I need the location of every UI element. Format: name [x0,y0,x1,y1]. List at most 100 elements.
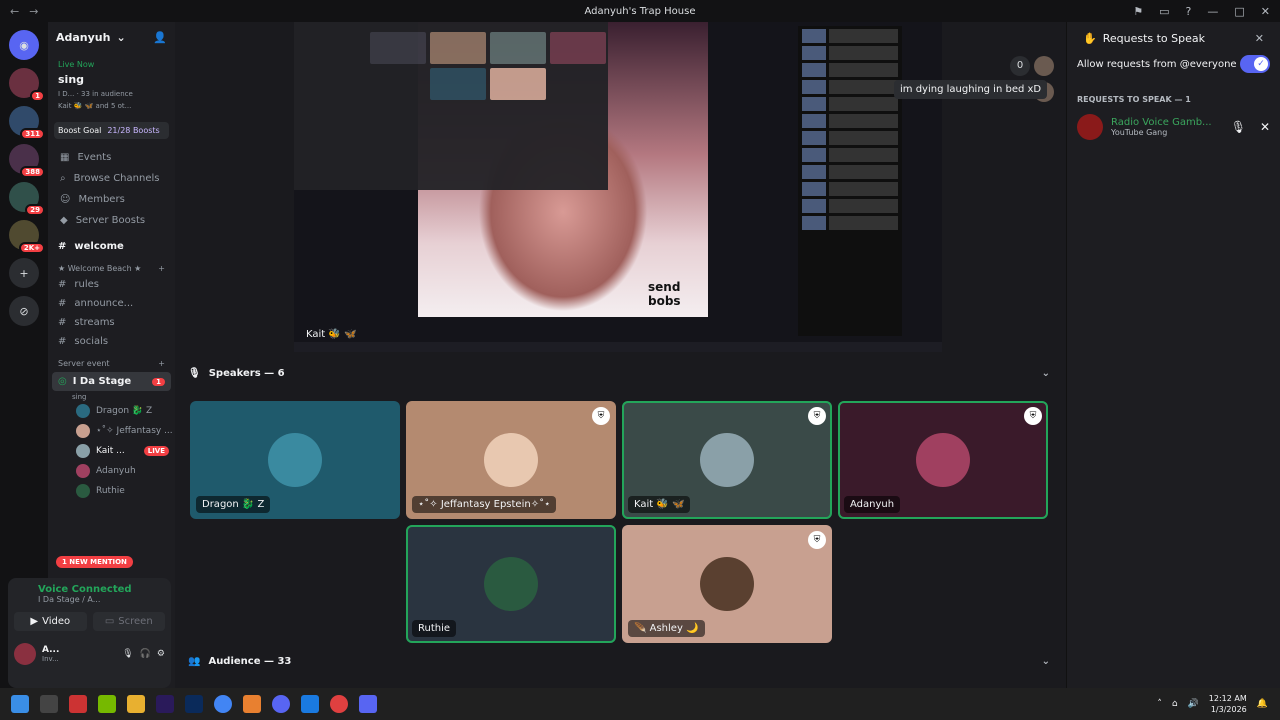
menu-browse-channels[interactable]: ⌕ Browse Channels [48,168,175,189]
add-server-icon[interactable]: + [9,258,39,288]
microphone-icon[interactable]: 🎙 [122,649,133,659]
category-server-event[interactable]: Server event + [48,351,175,370]
request-item[interactable]: Radio Voice Gamb... YouTube Gang 🎙 ✕ [1067,114,1280,140]
stage-icon: ◎ [58,376,67,387]
speakers-header[interactable]: 🎙 Speakers — 6 ⌄ [188,368,1050,379]
voice-user[interactable]: Kait ... LIVE [48,441,175,461]
server-folder-icon[interactable]: 311 [9,106,45,140]
category-welcome[interactable]: ★ Welcome Beach ★ + [48,256,175,275]
close-icon[interactable]: ✕ [1255,32,1264,45]
new-mention-pill[interactable]: 1 NEW MENTION [56,556,133,568]
search-icon: ⌕ [60,173,66,184]
speaker-tile[interactable]: ⛨ Kait 🐝 🦋 [622,401,832,519]
hash-icon: # [58,336,67,347]
add-channel-icon[interactable]: + [158,359,165,368]
speaker-tile[interactable]: ⛨ ⋆˚✧ Jeffantasy Epstein✧˚⋆ [406,401,616,519]
stage-channel-topic: sing [72,393,87,401]
notification-icon[interactable]: 🔔 [1257,699,1268,709]
close-icon[interactable]: ✕ [1261,5,1270,18]
invite-to-speak-icon[interactable]: 🎙 [1231,120,1246,134]
microphone-icon: 🎙 [188,368,201,379]
boost-goal[interactable]: Boost Goal 21/28 Boosts [54,122,169,139]
app-icon[interactable] [69,695,87,713]
server-folder-icon[interactable]: 2K+ [9,220,45,254]
server-folder-icon[interactable]: 29 [9,182,45,216]
chevron-down-icon[interactable]: ⌄ [1042,368,1050,379]
gear-icon[interactable]: ⚙ [157,649,165,659]
app-icon[interactable] [359,695,377,713]
live-now-card[interactable]: Live Now sing I D... · 33 in audience Ka… [54,56,169,114]
back-icon[interactable]: ← [10,5,19,18]
server-icon[interactable]: 1 [9,68,45,102]
video-button[interactable]: ▶ Video [14,612,87,631]
channel-rules[interactable]: # rules [48,275,175,294]
chrome-icon[interactable] [214,695,232,713]
tooltip: im dying laughing in bed xD [894,80,1048,99]
voice-status[interactable]: Voice Connected [14,584,165,595]
channel-announcements[interactable]: # announce... [48,294,175,313]
moderator-shield-icon: ⛨ [808,407,826,425]
user-panel[interactable]: A... Inv... 🎙 🎧 ⚙ [14,643,165,665]
speaker-tile[interactable]: ⛨ Adanyuh [838,401,1048,519]
avatar [700,433,754,487]
discover-icon[interactable]: ⊘ [9,296,39,326]
server-folder-icon[interactable]: 388 [9,144,45,178]
channel-socials[interactable]: # socials [48,332,175,351]
avatar [14,643,36,665]
file-explorer-icon[interactable] [127,695,145,713]
headphones-icon[interactable]: 🎧 [140,649,151,659]
speaker-tile[interactable]: ⛨ 🪶 Ashley 🌙 [622,525,832,643]
voice-user[interactable]: Adanyuh [48,461,175,481]
avatar [700,557,754,611]
discord-home-icon[interactable]: ◉ [9,30,39,60]
voice-user[interactable]: ⋆˚✧ Jeffantasy ... [48,421,175,441]
voice-user[interactable]: Dragon 🐉 Z [48,401,175,421]
help-icon[interactable]: ? [1186,5,1192,18]
app-icon[interactable] [330,695,348,713]
photoshop-icon[interactable] [185,695,203,713]
premiere-icon[interactable] [156,695,174,713]
app-icon[interactable] [243,695,261,713]
menu-server-boosts[interactable]: ◆ Server Boosts [48,210,175,231]
clock[interactable]: 12:12 AM 1/3/2026 [1209,693,1247,715]
maximize-icon[interactable]: □ [1234,5,1244,18]
screen-share-button[interactable]: ▭ Screen [92,612,165,631]
mention-badge: 1 [152,377,165,386]
menu-events[interactable]: ▦ Events [48,147,175,168]
menu-members[interactable]: ☺ Members [48,189,175,210]
windows-taskbar: ˄ ⌂ 🔊 12:12 AM 1/3/2026 🔔 [0,688,1280,720]
audience-header[interactable]: 👥 Audience — 33 ⌄ [188,656,1050,667]
speaker-tile[interactable]: Ruthie [406,525,616,643]
minimize-icon[interactable]: — [1207,5,1218,18]
discord-icon[interactable] [272,695,290,713]
task-view-icon[interactable] [40,695,58,713]
avatar[interactable] [1034,56,1054,76]
dismiss-icon[interactable]: ✕ [1260,120,1270,134]
stage-channel[interactable]: ◎ I Da Stage 1 [52,372,171,391]
stream-owner-label: Kait 🐝 🦋 [306,329,357,340]
inbox-icon[interactable]: ⚑ [1133,5,1143,18]
requests-panel: ✋ Requests to Speak ✕ Allow requests from … [1066,22,1280,688]
hash-icon: # [58,279,67,290]
speaker-tile[interactable]: Dragon 🐉 Z [190,401,400,519]
chevron-up-icon[interactable]: ˄ [1157,699,1162,709]
nvidia-icon[interactable] [98,695,116,713]
network-icon[interactable]: ⌂ [1172,699,1178,709]
voice-user[interactable]: Ruthie [48,481,175,501]
forward-icon[interactable]: → [29,5,38,18]
channel-streams[interactable]: # streams [48,313,175,332]
shared-youtube-list [798,26,902,336]
allow-requests-toggle[interactable] [1240,55,1270,73]
screen-share-stream[interactable]: send bobs [294,22,942,352]
server-header[interactable]: Adanyuh ⌄ 👤 [48,22,175,52]
channel-welcome[interactable]: # welcome [48,237,175,256]
windows-start-icon[interactable] [11,695,29,713]
requests-title: Requests to Speak [1102,32,1205,45]
chevron-down-icon[interactable]: ⌄ [1042,656,1050,667]
volume-icon[interactable]: 🔊 [1188,699,1199,709]
screen-icon[interactable]: ▭ [1159,5,1169,18]
app-icon[interactable] [301,695,319,713]
add-member-icon[interactable]: 👤 [153,31,167,44]
avatar [916,433,970,487]
add-channel-icon[interactable]: + [158,264,165,273]
